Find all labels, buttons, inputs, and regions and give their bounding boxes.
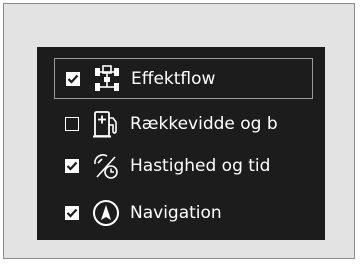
figure-frame: Effektflow Rækkevidde og b Hastighed og …	[3, 3, 355, 259]
menu-item-hastighed[interactable]: Hastighed og tid	[54, 145, 313, 186]
display-screen: Effektflow Rækkevidde og b Hastighed og …	[37, 47, 325, 240]
menu-item-label: Hastighed og tid	[130, 155, 271, 176]
speed-time-icon	[94, 153, 118, 179]
menu-item-label: Effektflow	[131, 68, 216, 89]
checkbox-checked[interactable]	[65, 205, 79, 220]
menu-item-effektflow[interactable]: Effektflow	[54, 58, 313, 99]
menu-item-raekkevidde[interactable]: Rækkevidde og b	[54, 103, 313, 144]
menu-item-label: Navigation	[130, 202, 222, 223]
menu-item-label: Rækkevidde og b	[130, 113, 278, 134]
checkbox-unchecked[interactable]	[65, 116, 79, 131]
checkbox-checked[interactable]	[66, 71, 80, 86]
navigation-icon	[93, 199, 119, 226]
checkbox-checked[interactable]	[65, 158, 79, 173]
car-powertrain-icon	[95, 64, 119, 91]
fuel-pump-icon	[93, 110, 117, 137]
menu-item-navigation[interactable]: Navigation	[54, 192, 313, 233]
